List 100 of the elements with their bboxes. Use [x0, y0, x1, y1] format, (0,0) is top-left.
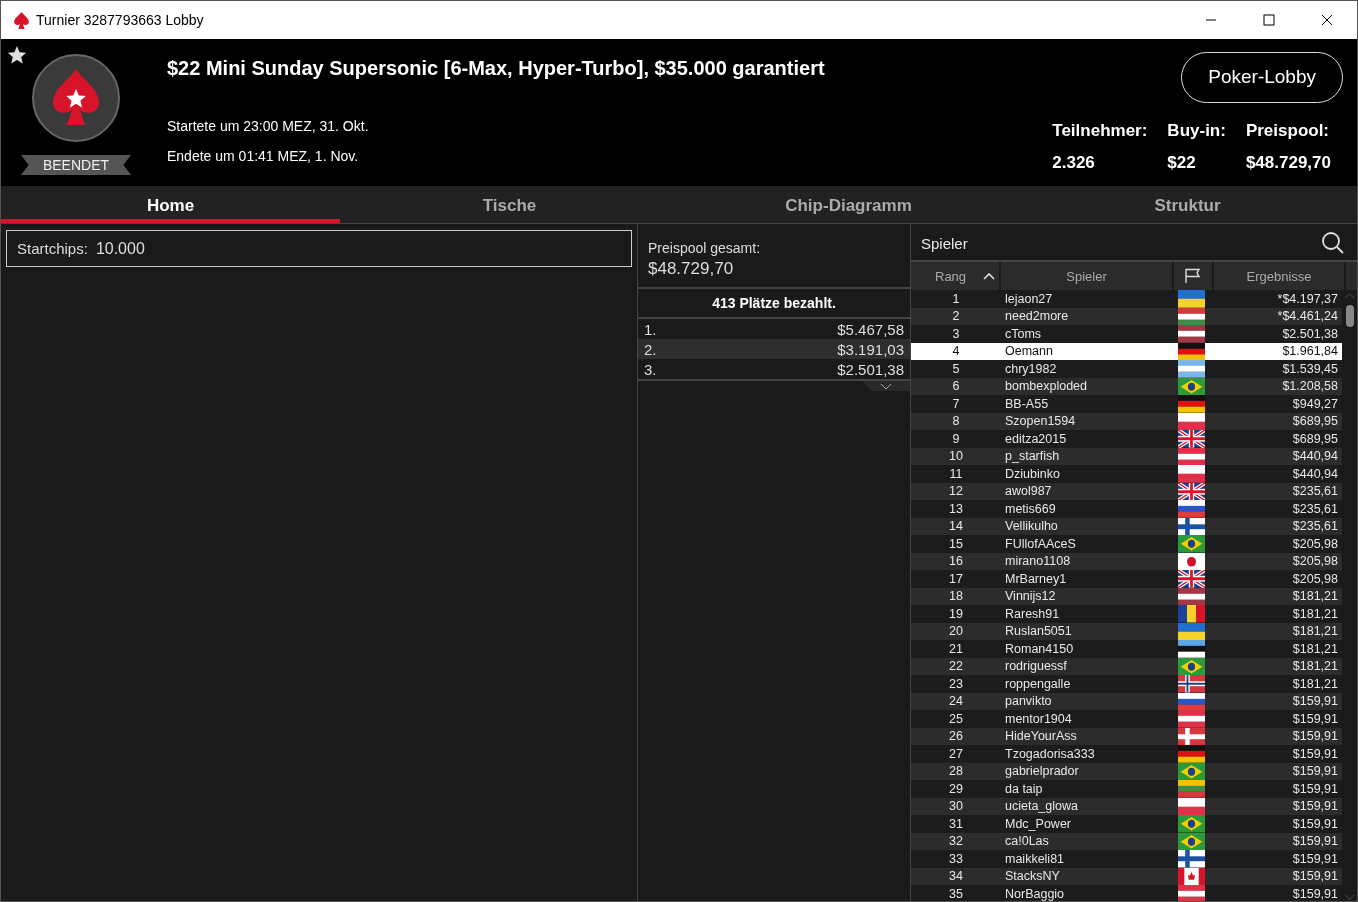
result-cell-text: $1.961,84: [1281, 344, 1339, 359]
rank-cell-text: 9: [951, 431, 961, 446]
player-name: lejaon27: [1004, 291, 1054, 306]
rank-cell-text: 18: [948, 589, 964, 604]
rank-cell-text: 28: [948, 764, 964, 779]
player-name: Vellikulho: [1004, 519, 1059, 534]
result-cell-text: *$4.461,24: [1276, 309, 1339, 324]
window-title: Turnier 3287793663 Lobby: [36, 12, 204, 28]
rank-cell-text: 13: [948, 501, 964, 516]
result-cell-text: $159,91: [1291, 694, 1339, 709]
prize-amount: $2.501,38: [837, 360, 904, 378]
player-name: HideYourAss: [1004, 729, 1078, 744]
rank-cell-text: 10: [948, 449, 964, 464]
rank-cell-text: 12: [948, 484, 964, 499]
rank-cell-text: 3: [951, 326, 961, 341]
player-name: MrBarney1: [1004, 571, 1068, 586]
tab[interactable]: Struktur: [1018, 186, 1357, 223]
player-name: rodriguessf: [1004, 659, 1068, 674]
player-name: Roman4150: [1004, 641, 1075, 656]
tab[interactable]: Home: [1, 186, 340, 223]
rank-cell-text: 32: [948, 834, 964, 849]
stat-label: Preispool:: [1245, 121, 1331, 141]
flag-icon: [1184, 268, 1202, 284]
result-cell-text: $949,27: [1291, 396, 1339, 411]
poker-lobby-button[interactable]: Poker-Lobby: [1181, 52, 1343, 103]
player-name: Raresh91: [1004, 606, 1061, 621]
result-cell-text: *$4.197,37: [1276, 291, 1339, 306]
maximize-icon[interactable]: [1263, 14, 1275, 26]
result-cell-text: $1.539,45: [1281, 361, 1339, 376]
rank-cell-text: 2: [951, 309, 961, 324]
player-name: metis669: [1004, 501, 1057, 516]
startchips-label: Startchips:: [17, 240, 88, 257]
player-name: Tzogadorisa333: [1004, 746, 1096, 761]
prize-place: 2.: [644, 340, 657, 358]
stat-value: 2.326: [1052, 153, 1096, 173]
player-name: awol987: [1004, 484, 1053, 499]
rank-cell-text: 24: [948, 694, 964, 709]
rank-cell-text: 25: [948, 711, 964, 726]
player-name: StacksNY: [1004, 869, 1061, 884]
player-name: BB-A55: [1004, 396, 1050, 411]
result-cell-text: $159,91: [1291, 799, 1339, 814]
result-cell-text: $181,21: [1291, 606, 1339, 621]
result-cell-text: $159,91: [1291, 781, 1339, 796]
rank-cell-text: 23: [948, 676, 964, 691]
result-cell-text: $440,94: [1291, 449, 1339, 464]
rank-cell-text: 5: [951, 361, 961, 376]
tournament-title: $22 Mini Sunday Supersonic [6-Max, Hyper-Turbo], $35.000 garantiert: [167, 57, 826, 80]
player-name: editza2015: [1004, 431, 1068, 446]
scrollbar-thumb[interactable]: [1345, 305, 1354, 327]
result-cell-text: $689,95: [1291, 414, 1339, 429]
rank-cell-text: 21: [948, 641, 964, 656]
player-name: Dziubinko: [1004, 466, 1061, 481]
result-cell-text: $181,21: [1291, 659, 1339, 674]
stat-value: $48.729,70: [1245, 153, 1331, 173]
start-time: Startete um 23:00 MEZ, 31. Okt.: [167, 118, 370, 134]
player-name: maikkeli81: [1004, 851, 1066, 866]
rank-cell-text: 30: [948, 799, 964, 814]
player-name: Vinnijs12: [1004, 589, 1057, 604]
status-ribbon: BEENDET: [20, 155, 132, 175]
player-name: da taip: [1004, 781, 1044, 796]
result-cell-text: $159,91: [1291, 834, 1339, 849]
sort-up-icon: [983, 272, 995, 280]
result-cell-text: $235,61: [1291, 519, 1339, 534]
star-icon[interactable]: [7, 45, 27, 65]
player-name: mentor1904: [1004, 711, 1073, 726]
chevron-down-icon: [880, 382, 892, 390]
expand-tab[interactable]: [862, 381, 910, 391]
tab[interactable]: Chip-Diagramm: [679, 186, 1018, 223]
result-cell-text: $159,91: [1291, 764, 1339, 779]
end-time: Endete um 01:41 MEZ, 1. Nov.: [167, 148, 360, 164]
player-name: chry1982: [1004, 361, 1058, 376]
rank-cell-text: 11: [948, 466, 964, 481]
rank-cell-text: 27: [948, 746, 964, 761]
player-name: Szopen1594: [1004, 414, 1077, 429]
rank-cell-text: 15: [948, 536, 964, 551]
prize-amount: $5.467,58: [837, 320, 904, 338]
player-name: Ruslan5051: [1004, 624, 1073, 639]
close-icon[interactable]: [1321, 14, 1333, 26]
result-cell-text: $235,61: [1291, 484, 1339, 499]
result-cell-text: $2.501,38: [1281, 326, 1339, 341]
search-icon[interactable]: [1321, 231, 1345, 255]
rank-cell-text: 35: [948, 886, 964, 901]
rank-cell-text: 26: [948, 729, 964, 744]
prizepool-label: Preispool gesamt:: [648, 240, 762, 256]
player-name: Oemann: [1004, 344, 1054, 359]
rank-cell-text: 19: [948, 606, 964, 621]
player-name: FUllofAAceS: [1004, 536, 1077, 551]
player-name: panvikto: [1004, 694, 1053, 709]
result-cell-text: $205,98: [1291, 554, 1339, 569]
result-cell-text: $159,91: [1291, 869, 1339, 884]
prize-place: 3.: [644, 360, 657, 378]
player-name: ca!0Las: [1004, 834, 1050, 849]
result-cell-text: $1.208,58: [1281, 379, 1339, 394]
rank-cell-text: 20: [948, 624, 964, 639]
spade-icon: [13, 10, 30, 30]
result-cell-text: $159,91: [1291, 729, 1339, 744]
rank-cell-text: 34: [948, 869, 964, 884]
tab[interactable]: Tische: [340, 186, 679, 223]
panel-title: Spieler: [921, 234, 968, 252]
rank-cell-text: 29: [948, 781, 964, 796]
